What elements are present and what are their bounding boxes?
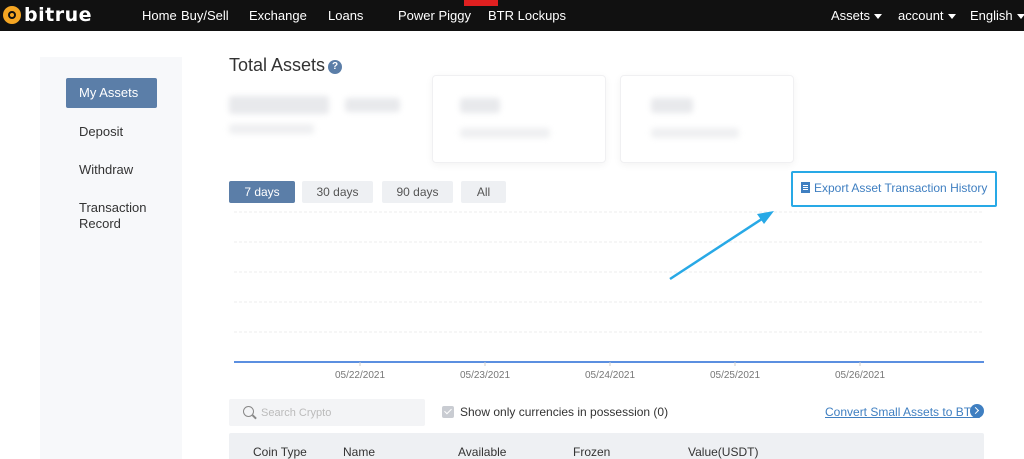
- nav-home[interactable]: Home: [142, 0, 177, 31]
- page-title-text: Total Assets: [229, 55, 326, 75]
- nav-power-piggy[interactable]: Power Piggy: [398, 0, 471, 31]
- blurred-total-unit: [345, 98, 400, 112]
- page-title: Total Assets?: [229, 55, 343, 76]
- caret-down-icon: [874, 14, 883, 20]
- chart-x-tick-label: 05/26/2021: [835, 370, 885, 381]
- chevron-right-icon[interactable]: [970, 404, 984, 418]
- sidebar-item-deposit[interactable]: Deposit: [66, 124, 157, 140]
- column-header-available[interactable]: Available: [458, 445, 506, 459]
- blurred-card-caption: [460, 128, 550, 138]
- chart-x-tick-label: 05/23/2021: [460, 370, 510, 381]
- search-input[interactable]: [261, 403, 411, 423]
- bitrue-logo-icon: [3, 6, 21, 24]
- column-header-coin-type[interactable]: Coin Type: [253, 445, 307, 459]
- sidebar: My Assets Deposit Withdraw Transaction R…: [40, 57, 182, 459]
- column-header-value-usdt[interactable]: Value(USDT): [688, 445, 758, 459]
- blurred-card-value: [460, 98, 500, 113]
- convert-small-assets-link[interactable]: Convert Small Assets to BTR: [825, 405, 980, 419]
- range-7-days-button[interactable]: 7 days: [229, 181, 295, 203]
- export-history-label: Export Asset Transaction History: [814, 181, 988, 195]
- pointer-arrow-head: [757, 211, 774, 224]
- nav-language-label: English: [970, 8, 1013, 23]
- asset-summary-card: [432, 75, 606, 163]
- chart-grid: [234, 211, 984, 363]
- nav-btr-lockups[interactable]: BTR Lockups: [488, 0, 566, 31]
- nav-exchange[interactable]: Exchange: [249, 0, 307, 31]
- sidebar-item-my-assets[interactable]: My Assets: [66, 78, 157, 108]
- sidebar-item-transaction-record[interactable]: Transaction Record: [66, 200, 146, 232]
- nav-account-label: account: [898, 8, 944, 23]
- bitrue-logo[interactable]: bitrue: [3, 2, 92, 28]
- blurred-total-value: [229, 96, 329, 114]
- sidebar-item-withdraw[interactable]: Withdraw: [66, 162, 157, 178]
- excel-file-icon: [801, 182, 810, 193]
- range-30-days-button[interactable]: 30 days: [302, 181, 373, 203]
- chart-x-tick-label: 05/24/2021: [585, 370, 635, 381]
- chart-x-ticks: 05/22/2021 05/23/2021 05/24/2021 05/25/2021…: [335, 362, 885, 381]
- asset-summary-card: [620, 75, 794, 163]
- caret-down-icon: [1016, 14, 1024, 20]
- nav-assets-menu[interactable]: Assets: [831, 0, 883, 31]
- range-all-button[interactable]: All: [461, 181, 506, 203]
- blurred-card-caption: [651, 128, 739, 138]
- blurred-total-caption: [229, 124, 314, 134]
- column-header-frozen[interactable]: Frozen: [573, 445, 610, 459]
- assets-table-header: Coin Type Name Available Frozen Value(US…: [229, 433, 984, 459]
- nav-assets-label: Assets: [831, 8, 871, 23]
- pointer-arrow-line: [669, 213, 769, 281]
- brand-name: bitrue: [24, 4, 92, 26]
- range-90-days-button[interactable]: 90 days: [382, 181, 453, 203]
- possession-filter-checkbox[interactable]: [442, 406, 454, 418]
- possession-filter-label: Show only currencies in possession (0): [460, 405, 669, 419]
- column-header-name[interactable]: Name: [343, 445, 375, 459]
- nav-buy-sell[interactable]: Buy/Sell: [181, 0, 229, 31]
- nav-loans[interactable]: Loans: [328, 0, 363, 31]
- search-box[interactable]: [229, 399, 425, 426]
- nav-account-menu[interactable]: account: [898, 0, 956, 31]
- search-icon: [243, 406, 254, 417]
- chart-x-tick-label: 05/22/2021: [335, 370, 385, 381]
- help-icon[interactable]: ?: [328, 60, 343, 74]
- export-history-link[interactable]: Export Asset Transaction History: [801, 181, 987, 195]
- nav-language-menu[interactable]: English: [970, 0, 1024, 31]
- blurred-card-value: [651, 98, 693, 113]
- chart-x-tick-label: 05/25/2021: [710, 370, 760, 381]
- caret-down-icon: [947, 14, 956, 20]
- top-nav-bar: bitrue Home Buy/Sell Exchange Loans Powe…: [0, 0, 1024, 31]
